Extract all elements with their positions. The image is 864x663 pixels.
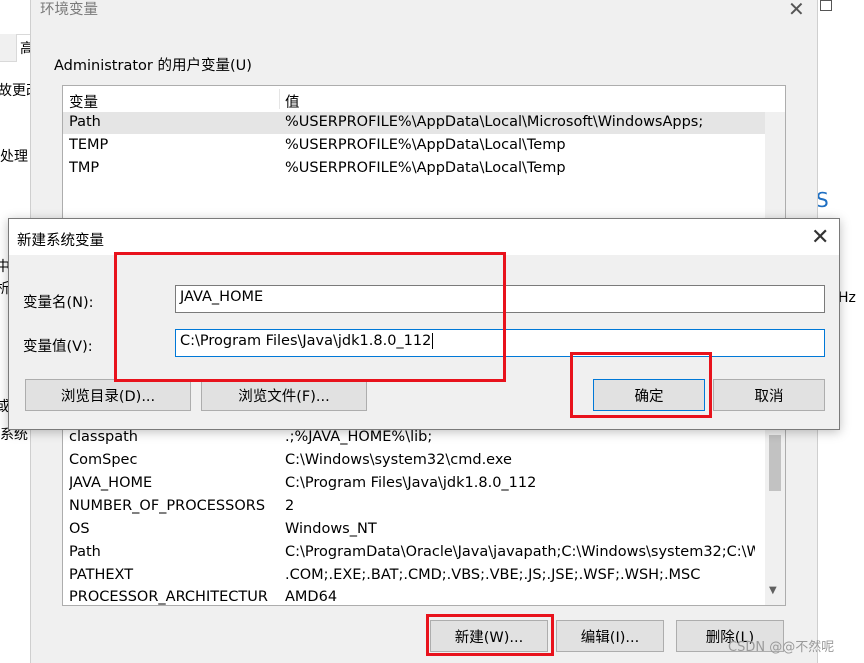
variable-name: classpath (69, 429, 138, 445)
window-title: 环境变量 (40, 2, 98, 18)
variable-value: %USERPROFILE%\AppData\Local\Temp (285, 137, 566, 153)
table-row[interactable]: JAVA_HOME C:\Program Files\Java\jdk1.8.0… (63, 473, 785, 495)
browse-file-button[interactable]: 浏览文件(F)... (201, 379, 367, 411)
variable-name: Path (69, 544, 101, 560)
scroll-down-icon[interactable]: ▼ (769, 585, 777, 596)
scrollbar-thumb[interactable] (769, 435, 781, 491)
table-row[interactable]: PROCESSOR_ARCHITECTURE AMD64 (63, 587, 785, 605)
table-row[interactable]: classpath .;%JAVA_HOME%\lib; (63, 427, 785, 449)
variable-value-label: 变量值(V): (23, 339, 93, 355)
browse-directory-button[interactable]: 浏览目录(D)... (25, 379, 191, 411)
variable-value: .COM;.EXE;.BAT;.CMD;.VBS;.VBE;.JS;.JSE;.… (285, 567, 701, 583)
table-row[interactable]: OS Windows_NT (63, 519, 785, 541)
variable-name: JAVA_HOME (69, 475, 153, 491)
highlight-box-fields (114, 252, 506, 382)
variable-name: PATHEXT (69, 567, 134, 583)
watermark: CSDN @@不然呢 (728, 640, 835, 655)
variable-value: C:\Program Files\Java\jdk1.8.0_112 (285, 475, 537, 491)
highlight-box-new (426, 614, 554, 656)
variable-value: .;%JAVA_HOME%\lib; (285, 429, 433, 445)
variable-name-label: 变量名(N): (23, 295, 94, 311)
table-row[interactable]: TMP %USERPROFILE%\AppData\Local\Temp (63, 158, 785, 180)
table-row[interactable]: PATHEXT .COM;.EXE;.BAT;.CMD;.VBS;.VBE;.J… (63, 565, 785, 587)
user-variables-label: Administrator 的用户变量(U) (54, 58, 252, 74)
variable-value: C:\Windows\system32\cmd.exe (285, 452, 512, 468)
variable-name: Path (69, 114, 101, 130)
variable-name: TMP (69, 160, 100, 176)
table-row[interactable]: NUMBER_OF_PROCESSORS 2 (63, 496, 785, 518)
background-fragment-hz: Hz (838, 290, 856, 306)
variable-name: NUMBER_OF_PROCESSORS (69, 498, 266, 514)
edit-button[interactable]: 编辑(I)... (556, 620, 664, 652)
dialog-title: 新建系统变量 (17, 233, 104, 249)
variable-value: 2 (285, 498, 295, 514)
close-icon[interactable]: ✕ (811, 225, 829, 250)
user-variables-table: 变量 值 Path %USERPROFILE%\AppData\Local\Mi… (62, 85, 786, 225)
variable-name: OS (69, 521, 90, 537)
table-row[interactable]: Path %USERPROFILE%\AppData\Local\Microso… (63, 112, 785, 134)
table-row[interactable]: Path C:\ProgramData\Oracle\Java\javapath… (63, 542, 785, 564)
cancel-button[interactable]: 取消 (713, 379, 825, 411)
variable-value: Windows_NT (285, 521, 377, 537)
table-header: 变量 值 (63, 86, 785, 112)
column-divider[interactable] (279, 89, 280, 109)
variable-name: ComSpec (69, 452, 138, 468)
variable-name: PROCESSOR_ARCHITECTURE (69, 589, 269, 605)
column-header-value[interactable]: 值 (285, 91, 300, 112)
variable-name: TEMP (69, 137, 109, 153)
table-row[interactable]: TEMP %USERPROFILE%\AppData\Local\Temp (63, 135, 785, 157)
dialog-title-bar (9, 219, 839, 255)
scrollbar[interactable]: ▼ (765, 421, 785, 605)
variable-value: AMD64 (285, 589, 338, 605)
highlight-box-ok (570, 352, 712, 418)
scrollbar[interactable] (765, 112, 785, 224)
variable-value: %USERPROFILE%\AppData\Local\Temp (285, 160, 566, 176)
close-icon[interactable]: ✕ (788, 0, 805, 21)
variable-value: C:\ProgramData\Oracle\Java\javapath;C:\W… (285, 544, 755, 560)
column-header-name[interactable]: 变量 (69, 91, 98, 112)
maximize-icon[interactable] (820, 0, 832, 11)
variable-value: %USERPROFILE%\AppData\Local\Microsoft\Wi… (285, 114, 704, 130)
system-variables-table: classpath .;%JAVA_HOME%\lib; ComSpec C:\… (62, 420, 786, 606)
table-row[interactable]: ComSpec C:\Windows\system32\cmd.exe (63, 450, 785, 472)
background-fragment-2: 处理 (0, 149, 28, 165)
